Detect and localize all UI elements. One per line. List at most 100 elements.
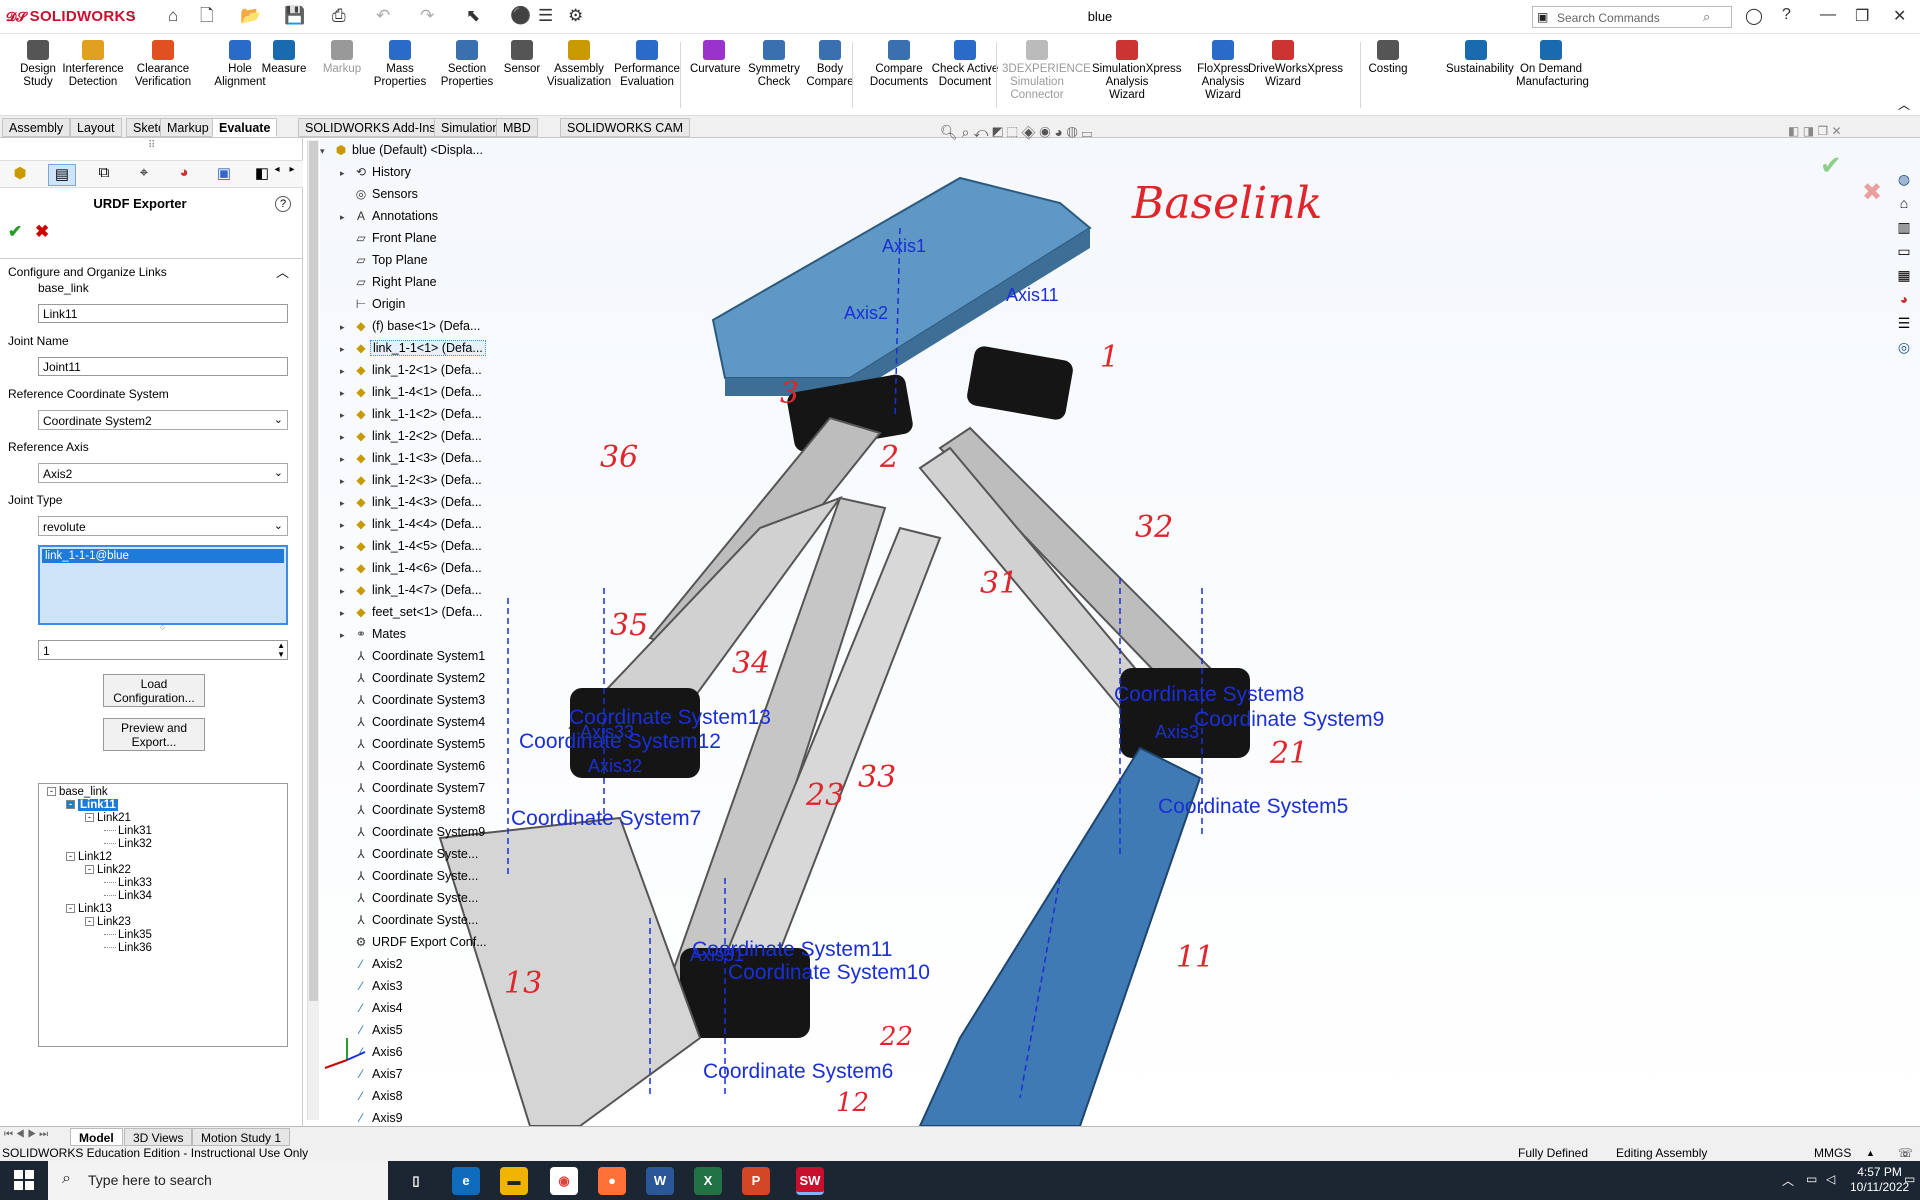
resize-handle[interactable]: ○ (160, 622, 165, 632)
section-header[interactable]: Configure and Organize Links ︿ (0, 258, 303, 280)
feature-tree-item[interactable]: ▸ A Annotations (340, 206, 440, 226)
feature-tree-item[interactable]: ⅄ Coordinate System8 (340, 800, 487, 820)
spinner-arrows-icon[interactable]: ▲ ▼ (277, 641, 285, 659)
expand-arrow-icon[interactable]: ▸ (340, 361, 352, 381)
expand-arrow-icon[interactable]: ▸ (340, 427, 352, 447)
axis-label[interactable]: Axis11 (1006, 285, 1059, 306)
notifications-icon[interactable]: ▭ (1904, 1172, 1915, 1186)
splitter-handle[interactable]: ⠿ (148, 140, 155, 151)
expand-arrow-icon[interactable]: ▸ (340, 559, 352, 579)
tab-layout[interactable]: Layout (70, 118, 122, 137)
file-properties-icon[interactable]: ☰ (538, 6, 553, 26)
taskbar-clock[interactable]: 4:57 PM 10/11/2022 (1850, 1165, 1909, 1195)
link-tree-node[interactable]: - Link22 (85, 864, 131, 876)
powerpoint-icon[interactable]: P (742, 1167, 770, 1195)
viewport-restore-icon[interactable]: ❐ (1817, 124, 1828, 138)
ribbon-sustainability-button[interactable]: Sustainability (1446, 40, 1514, 76)
tray-chevron-icon[interactable]: ︿ (1782, 1172, 1794, 1189)
feature-tree-item[interactable]: ▸ ◆ link_1-1<1> (Defa... (340, 338, 486, 358)
home-icon[interactable]: ⌂ (1893, 192, 1915, 214)
ribbon-check-document-button[interactable]: Check Active Document (930, 40, 1000, 89)
expand-arrow-icon[interactable]: ▾ (320, 141, 332, 161)
appearances-icon[interactable]: ◕ (1893, 288, 1915, 310)
link-tree-node[interactable]: Link35 (104, 929, 152, 941)
link-tree-node[interactable]: - Link12 (66, 851, 112, 863)
count-spinner[interactable]: 1 ▲ ▼ (38, 640, 288, 660)
feature-tree-item[interactable]: ⁄ Axis9 (340, 1108, 405, 1128)
print-icon[interactable]: ⎙ (332, 6, 346, 26)
new-document-icon[interactable]: 🗋 (200, 6, 214, 26)
tab-solidworks-add-ins[interactable]: SOLIDWORKS Add-Ins (298, 118, 443, 137)
units-selector[interactable]: MMGS (1814, 1146, 1851, 1161)
feature-tree-item[interactable]: ⊢ Origin (340, 294, 407, 314)
feature-tree-item[interactable]: ⅄ Coordinate System2 (340, 668, 487, 688)
feature-tree-item[interactable]: ▸ ◆ link_1-1<3> (Defa... (340, 448, 484, 468)
ribbon-section-properties-button[interactable]: Section Properties (432, 40, 502, 89)
ribbon-symmetry-button[interactable]: Symmetry Check (744, 40, 804, 89)
coordinate-system-label[interactable]: Coordinate System7 (511, 807, 701, 831)
feature-tree-item[interactable]: ▱ Right Plane (340, 272, 439, 292)
minimize-icon[interactable]: — (1820, 6, 1836, 24)
feature-tree-item[interactable]: ⅄ Coordinate System1 (340, 646, 487, 666)
expand-arrow-icon[interactable]: ▸ (340, 383, 352, 403)
appearance-icon[interactable]: ◕ (1054, 124, 1062, 140)
feature-tree-item[interactable]: ⚙ URDF Export Conf... (340, 932, 489, 952)
firefox-icon[interactable]: ● (598, 1167, 626, 1195)
edge-icon[interactable]: e (452, 1167, 480, 1195)
word-icon[interactable]: W (646, 1167, 674, 1195)
feature-tree-item[interactable]: ⁄ Axis7 (340, 1064, 405, 1084)
feature-tree-item[interactable]: ⁄ Axis2 (340, 954, 405, 974)
ribbon-interference-button[interactable]: Interference Detection (58, 40, 128, 89)
expand-arrow-icon[interactable]: ▸ (340, 471, 352, 491)
tree-expand-icon[interactable]: - (47, 787, 56, 797)
select-icon[interactable]: ⬉ (466, 6, 480, 26)
feature-tree-item[interactable]: ▱ Front Plane (340, 228, 439, 248)
feature-tree-item[interactable]: ⁄ Axis5 (340, 1020, 405, 1040)
zoom-to-fit-icon[interactable]: 🔍︎ (940, 124, 958, 140)
preview-export-button[interactable]: Preview and Export... (103, 718, 205, 751)
feature-tree-item[interactable]: ▸ ◆ link_1-2<2> (Defa... (340, 426, 484, 446)
ribbon-manufacturing-button[interactable]: On Demand Manufacturing (1516, 40, 1589, 89)
feature-tree-item[interactable]: ⅄ Coordinate System7 (340, 778, 487, 798)
feature-tree-item[interactable]: ⅄ Coordinate Syste... (340, 888, 480, 908)
help-icon[interactable]: ? (1782, 6, 1791, 24)
tree-expand-icon[interactable]: - (66, 800, 75, 810)
cam-tab-icon[interactable]: ▣ (210, 164, 238, 186)
expand-arrow-icon[interactable]: ▸ (340, 207, 352, 227)
custom-properties-icon[interactable]: ☰ (1893, 312, 1915, 334)
coordinate-system-label[interactable]: Coordinate System5 (1158, 795, 1348, 819)
ribbon-curvature-button[interactable]: Curvature (690, 40, 741, 76)
reference-cs-select[interactable]: Coordinate System2 ⌄ (38, 410, 288, 430)
display-manager-tab-icon[interactable]: ◕ (170, 164, 198, 186)
ribbon-body-compare-button[interactable]: Body Compare (800, 40, 860, 89)
expand-arrow-icon[interactable]: ▸ (340, 603, 352, 623)
view-orientation-icon[interactable]: ⬚ (1007, 124, 1018, 140)
feature-tree-item[interactable]: ⅄ Coordinate System6 (340, 756, 487, 776)
feature-tree-item[interactable]: ⅄ Coordinate System3 (340, 690, 487, 710)
display-style-icon[interactable]: ◈ (1021, 124, 1035, 140)
feature-manager-tab-icon[interactable]: ⬢ (6, 164, 34, 186)
feature-tree-item[interactable]: ⁄ Axis3 (340, 976, 405, 996)
tile-right-icon[interactable]: ◨ (1803, 124, 1814, 138)
tab-mbd[interactable]: MBD (496, 118, 538, 137)
coordinate-system-label[interactable]: Coordinate System8 (1114, 683, 1304, 707)
ribbon-mass-properties-button[interactable]: Mass Properties (370, 40, 430, 89)
feature-tree-item[interactable]: ▱ Top Plane (340, 250, 430, 270)
tab-3d-views[interactable]: 3D Views (124, 1128, 193, 1146)
tab-scroll-left-icon[interactable]: ◂ (270, 164, 284, 186)
forum-icon[interactable]: ◎ (1893, 336, 1915, 358)
solidworks-icon[interactable]: SW (796, 1167, 824, 1195)
search-icon[interactable]: ⌕ (1703, 9, 1710, 25)
redo-icon[interactable]: ↷ (420, 6, 434, 26)
ribbon-clearance-button[interactable]: Clearance Verification (128, 40, 198, 89)
link-name-field[interactable]: Link11 (38, 304, 288, 323)
feature-tree-item[interactable]: ▸ ◆ link_1-4<1> (Defa... (340, 382, 484, 402)
feature-tree-item[interactable]: ▸ ◆ (f) base<1> (Defa... (340, 316, 482, 336)
axis-label[interactable]: Axis1 (882, 236, 926, 257)
menu-expand-icon[interactable]: › (131, 8, 135, 22)
feature-tree-item[interactable]: ▸ ◆ link_1-2<3> (Defa... (340, 470, 484, 490)
axis-label[interactable]: Axis31 (690, 945, 744, 966)
feature-tree-item[interactable]: ▸ ◆ link_1-4<5> (Defa... (340, 536, 484, 556)
ribbon-performance-button[interactable]: Performance Evaluation (612, 40, 682, 89)
undo-icon[interactable]: ↶ (376, 6, 390, 26)
